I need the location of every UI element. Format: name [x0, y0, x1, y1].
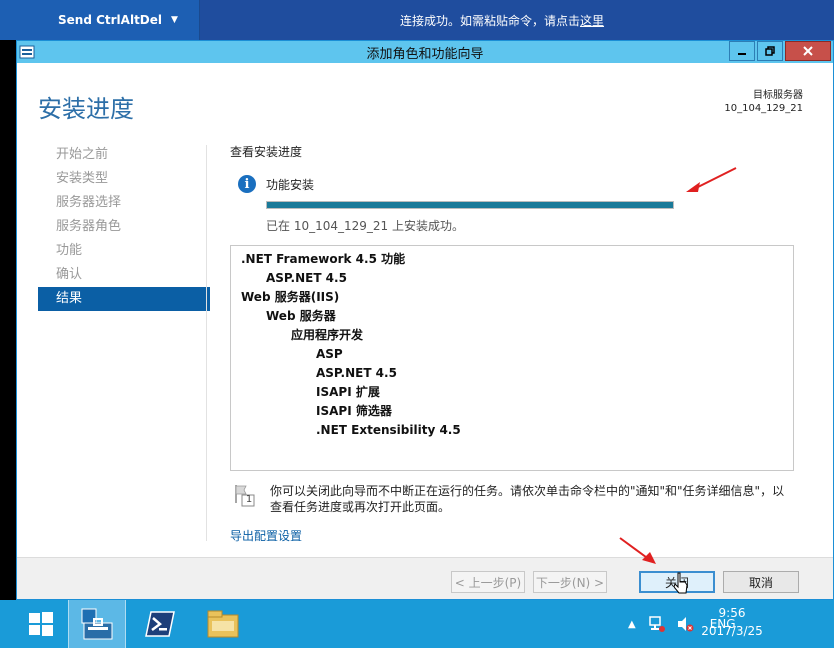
target-server: 目标服务器 10_104_129_21 — [724, 89, 803, 115]
section-header: 查看安装进度 — [230, 145, 303, 159]
network-icon[interactable] — [648, 615, 666, 633]
clock-date: 2017/3/25 — [701, 624, 763, 638]
progress-bar — [266, 201, 674, 209]
minimize-icon — [738, 53, 746, 55]
clock-time: 9:56 — [718, 606, 746, 620]
result-item: .NET Extensibility 4.5 — [316, 423, 461, 437]
send-ctrl-alt-del-button[interactable]: Send CtrlAltDel ▼ — [0, 0, 200, 40]
tray-expand-icon[interactable]: ▲ — [628, 619, 636, 630]
wizard-content: 安装进度 目标服务器 10_104_129_21 开始之前 安装类型 服务器选择… — [17, 63, 833, 557]
result-item: 应用程序开发 — [291, 328, 364, 342]
restore-icon — [765, 46, 775, 56]
nav-item-confirmation[interactable]: 确认 — [38, 263, 210, 287]
remote-session-bar: Send CtrlAltDel ▼ 连接成功。如需粘贴命令，请点击 这里 — [0, 0, 834, 40]
taskbar-file-explorer[interactable] — [196, 600, 250, 648]
result-item: ISAPI 扩展 — [316, 385, 380, 399]
export-config-link[interactable]: 导出配置设置 — [230, 527, 302, 544]
system-clock[interactable]: 9:56 2017/3/25 — [690, 604, 774, 640]
minimize-button[interactable] — [729, 41, 755, 61]
nav-item-before-you-begin[interactable]: 开始之前 — [38, 143, 210, 167]
wizard-footer: < 上一步(P) 下一步(N) > 关闭 取消 — [17, 557, 833, 599]
cancel-button[interactable]: 取消 — [723, 571, 799, 593]
folder-icon — [207, 610, 239, 638]
target-server-label: 目标服务器 — [753, 90, 803, 101]
result-item: ASP — [316, 347, 343, 361]
main-panel: 查看安装进度 i 功能安装 已在 10_104_129_21 上安装成功。 .N… — [230, 143, 810, 543]
next-button[interactable]: 下一步(N) > — [533, 571, 607, 593]
wizard-note: 1 你可以关闭此向导而不中断正在运行的任务。请依次单击命令栏中的"通知"和"任务… — [234, 483, 794, 515]
powershell-icon — [145, 611, 175, 637]
results-list[interactable]: .NET Framework 4.5 功能 ASP.NET 4.5 Web 服务器(… — [230, 245, 794, 471]
window-titlebar[interactable]: 添加角色和功能向导 — [17, 41, 833, 63]
caret-down-icon: ▼ — [171, 15, 178, 25]
server-manager-icon — [19, 45, 35, 59]
previous-button[interactable]: < 上一步(P) — [451, 571, 525, 593]
windows-logo-icon — [29, 612, 53, 636]
progress-bar-fill — [267, 202, 673, 208]
wizard-nav: 开始之前 安装类型 服务器选择 服务器角色 功能 确认 结果 — [38, 143, 210, 311]
nav-item-server-selection[interactable]: 服务器选择 — [38, 191, 210, 215]
target-server-name: 10_104_129_21 — [724, 103, 803, 114]
annotation-arrow-progress — [686, 167, 737, 192]
connection-message: 连接成功。如需粘贴命令，请点击 这里 — [200, 0, 834, 40]
nav-item-features[interactable]: 功能 — [38, 239, 210, 263]
result-item: Web 服务器(IIS) — [241, 290, 340, 304]
server-manager-icon — [81, 608, 113, 640]
start-button[interactable] — [16, 600, 66, 648]
info-icon: i — [238, 175, 256, 193]
restore-button[interactable] — [757, 41, 783, 61]
paste-command-link[interactable]: 这里 — [580, 12, 604, 29]
taskbar: ▲ ENG 9:56 2017/3/25 — [0, 600, 834, 648]
window-title: 添加角色和功能向导 — [366, 46, 484, 62]
flag-count: 1 — [245, 494, 253, 505]
send-ctrl-alt-del-label: Send CtrlAltDel — [58, 13, 163, 27]
result-item: ISAPI 筛选器 — [316, 404, 392, 418]
mouse-cursor-icon — [674, 572, 688, 594]
close-icon — [803, 46, 813, 56]
note-text: 你可以关闭此向导而不中断正在运行的任务。请依次单击命令栏中的"通知"和"任务详细… — [270, 484, 785, 514]
connection-message-text: 连接成功。如需粘贴命令，请点击 — [399, 13, 580, 28]
nav-item-server-roles[interactable]: 服务器角色 — [38, 215, 210, 239]
add-roles-wizard-window: 添加角色和功能向导 安装进度 目标服务器 10_104_129_21 开始之前 … — [16, 40, 834, 600]
result-item: ASP.NET 4.5 — [316, 366, 397, 380]
annotation-arrow-close — [619, 537, 656, 564]
result-item: .NET Framework 4.5 功能 — [241, 252, 406, 266]
nav-item-results[interactable]: 结果 — [38, 287, 210, 311]
result-item: Web 服务器 — [266, 309, 336, 323]
progress-row: i 功能安装 — [238, 175, 314, 193]
nav-divider — [206, 145, 207, 541]
progress-label: 功能安装 — [266, 177, 315, 192]
nav-item-installation-type[interactable]: 安装类型 — [38, 167, 210, 191]
flag-notification-icon: 1 — [234, 483, 256, 507]
result-item: ASP.NET 4.5 — [266, 271, 347, 285]
taskbar-powershell[interactable] — [132, 600, 188, 648]
close-window-button[interactable] — [785, 41, 831, 61]
taskbar-server-manager[interactable] — [68, 600, 126, 648]
page-title: 安装进度 — [38, 95, 134, 123]
success-message: 已在 10_104_129_21 上安装成功。 — [266, 219, 464, 233]
